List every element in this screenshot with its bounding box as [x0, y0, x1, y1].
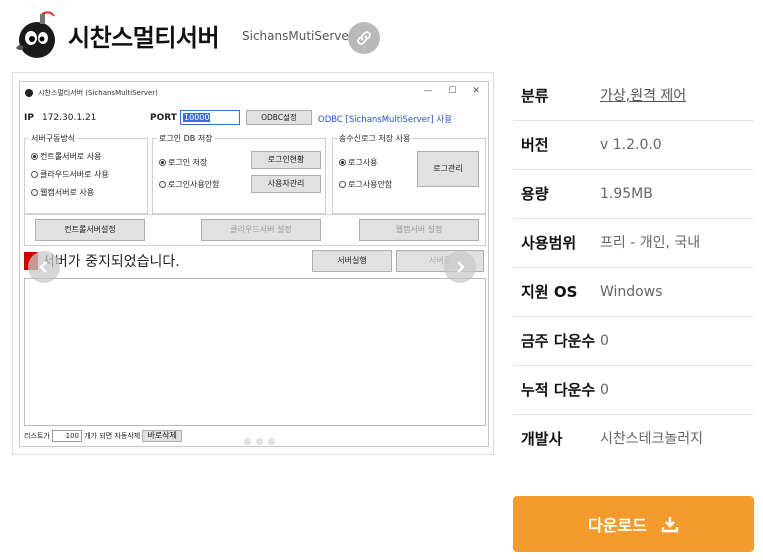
log-save-group: 송수신로그 저장 사용 로그사용 로그사용안함 로그관리 — [332, 133, 486, 214]
carousel-dot[interactable] — [256, 438, 263, 445]
group-title: 서버구동방식 — [29, 133, 78, 144]
close-icon: ✕ — [472, 86, 480, 96]
ip-value: 172.30.1.21 — [42, 113, 97, 123]
info-value: Windows — [600, 284, 663, 300]
info-row-size: 용량 1.95MB — [513, 170, 754, 219]
info-label: 금주 다운수 — [521, 332, 596, 350]
info-value: 프리 - 개인, 국내 — [600, 235, 701, 251]
carousel-next-button[interactable] — [444, 251, 476, 283]
log-list — [24, 278, 486, 426]
info-value: 0 — [600, 382, 609, 398]
odbc-settings-button: ODBC설정 — [246, 110, 312, 125]
radio-control-server: 컨트롤서버로 사용 — [31, 151, 101, 162]
app-small-icon — [25, 89, 33, 97]
info-label: 용량 — [521, 185, 549, 203]
login-db-group: 로그인 DB 저장 로그인 저장 로그인사용안함 로그인현황 사용자관리 — [152, 133, 326, 214]
info-table: 분류 가상,원격 제어 버전 v 1.2.0.0 용량 1.95MB 사용범위 … — [513, 72, 754, 463]
info-value: 0 — [600, 333, 609, 349]
info-value: 1.95MB — [600, 186, 653, 202]
radio-login-save: 로그인 저장 — [159, 157, 207, 168]
status-text: 서버가 중지되었습니다. — [42, 254, 180, 270]
category-link[interactable]: 가상,원격 제어 — [600, 84, 746, 108]
auto-delete-suffix: 개가 되면 자동삭제 — [84, 432, 141, 440]
status-row: 서버가 중지되었습니다. 서버실행 서버중 — [24, 250, 486, 274]
info-label: 사용범위 — [521, 234, 577, 252]
server-mode-group: 서버구동방식 컨트롤서버로 사용 클라우드서버로 사용 웹캠서버로 사용 — [24, 133, 148, 214]
carousel-prev-button[interactable] — [28, 251, 60, 283]
info-label: 지원 OS — [521, 283, 578, 301]
group-title: 송수신로그 저장 사용 — [337, 133, 413, 144]
window-controls: — ☐ ✕ — [423, 86, 480, 96]
maximize-icon: ☐ — [448, 86, 457, 96]
chevron-right-icon — [457, 261, 465, 273]
user-manage-button: 사용자관리 — [251, 175, 321, 193]
info-row-total-downloads: 누적 다운수 0 — [513, 366, 754, 415]
radio-webcam-server: 웹캠서버로 사용 — [31, 187, 94, 198]
login-status-button: 로그인현황 — [251, 151, 321, 169]
link-icon — [357, 31, 371, 45]
info-row-weekly-downloads: 금주 다운수 0 — [513, 317, 754, 366]
minimize-icon: — — [423, 86, 433, 96]
info-row-license: 사용범위 프리 - 개인, 국내 — [513, 219, 754, 268]
odbc-link: ODBC [SichansMultiServer] 사용 — [318, 115, 453, 125]
app-icon — [10, 8, 60, 60]
info-row-developer: 개발사 시찬스테크놀러지 — [513, 415, 754, 463]
download-button[interactable]: 다운로드 — [513, 496, 754, 552]
radio-cloud-server: 클라우드서버로 사용 — [31, 169, 109, 180]
share-link-button[interactable] — [348, 22, 380, 54]
app-title: 시찬스멀티서버 — [68, 24, 220, 52]
webcam-server-setting-button: 웹캠서버 설정 — [359, 219, 479, 241]
log-manage-button: 로그관리 — [417, 151, 479, 187]
radio-log-use: 로그사용 — [339, 157, 377, 168]
auto-delete-prefix: 리스트가 — [24, 432, 50, 440]
ip-label: IP — [24, 113, 34, 123]
chevron-left-icon — [39, 261, 47, 273]
info-value: 시찬스테크놀러지 — [600, 431, 704, 447]
app-subtitle: SichansMutiServer — [242, 29, 354, 43]
download-label: 다운로드 — [588, 516, 647, 535]
info-row-version: 버전 v 1.2.0.0 — [513, 121, 754, 170]
server-run-button: 서버실행 — [312, 250, 392, 272]
carousel-dots — [244, 438, 275, 445]
server-settings-row: 컨트롤서버설정 클라우드서버 설정 웹캠서버 설정 — [24, 214, 486, 246]
group-title: 로그인 DB 저장 — [157, 133, 215, 144]
port-label: PORT — [150, 113, 177, 123]
info-label: 분류 — [521, 87, 549, 105]
window-titlebar: 시찬스멀티서버 (SichansMultiServer) — ☐ ✕ — [20, 82, 488, 104]
cloud-server-setting-button: 클라우드서버 설정 — [201, 219, 321, 241]
screenshot-window: 시찬스멀티서버 (SichansMultiServer) — ☐ ✕ IP 17… — [19, 81, 489, 447]
carousel-dot[interactable] — [244, 438, 251, 445]
radio-log-none: 로그사용안함 — [339, 179, 392, 190]
carousel-dot[interactable] — [268, 438, 275, 445]
clear-now-button: 바로삭제 — [142, 430, 182, 442]
info-label: 버전 — [521, 136, 549, 154]
info-label: 누적 다운수 — [521, 381, 596, 399]
info-value: v 1.2.0.0 — [600, 137, 662, 153]
radio-login-none: 로그인사용안함 — [159, 179, 220, 190]
control-server-setting-button: 컨트롤서버설정 — [35, 219, 145, 241]
download-icon — [661, 517, 679, 533]
info-label: 개발사 — [521, 430, 563, 448]
info-row-category: 분류 가상,원격 제어 — [513, 72, 754, 121]
screenshot-carousel: 시찬스멀티서버 (SichansMultiServer) — ☐ ✕ IP 17… — [12, 72, 494, 455]
port-input: 10000 — [180, 110, 240, 125]
window-title: 시찬스멀티서버 (SichansMultiServer) — [38, 89, 158, 97]
info-row-os: 지원 OS Windows — [513, 268, 754, 317]
auto-delete-count: 100 — [52, 430, 82, 442]
